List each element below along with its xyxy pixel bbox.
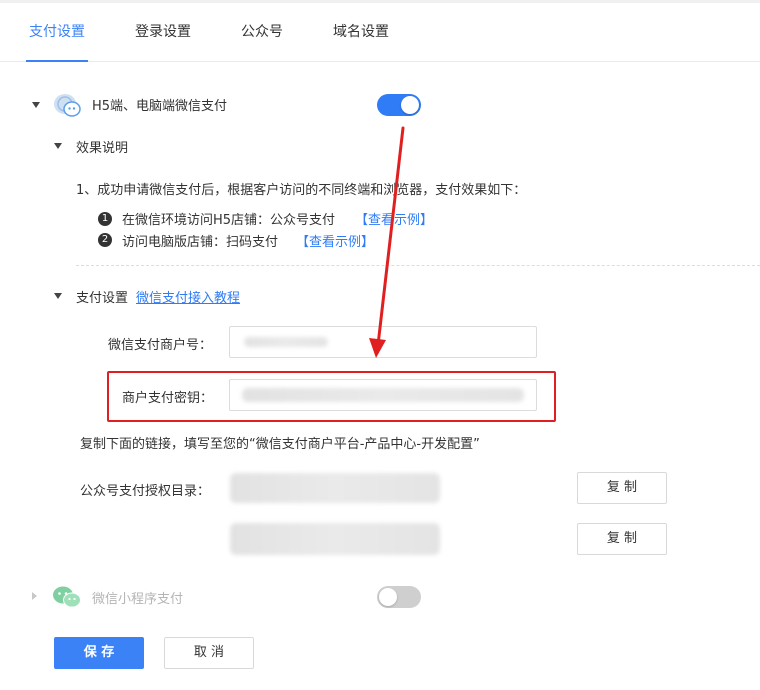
effect-item-2-text: 访问电脑版店铺：扫码支付 <box>122 235 279 250</box>
auth-directory-label: 公众号支付授权目录： <box>80 484 211 499</box>
wechat-pay-icon <box>54 94 81 117</box>
collapse-arrow-icon[interactable] <box>32 102 40 108</box>
save-button[interactable]: 保 存 <box>54 637 144 669</box>
wechat-icon <box>53 586 81 608</box>
effect-heading: 效果说明 <box>76 141 129 156</box>
effect-item-1-text: 在微信环境访问H5店铺：公众号支付 <box>122 213 336 228</box>
auth-directory-url-2-redacted <box>230 523 440 555</box>
view-example-link-1[interactable]: 【查看示例】 <box>355 209 433 228</box>
section-divider <box>76 265 760 266</box>
tab-payment-settings[interactable]: 支付设置 <box>29 3 85 61</box>
copy-button-2[interactable]: 复 制 <box>577 523 667 555</box>
merchant-id-input[interactable] <box>229 326 537 358</box>
tab-domain-settings[interactable]: 域名设置 <box>333 3 389 61</box>
section-title-h5-pay: H5端、电脑端微信支付 <box>92 99 228 114</box>
tab-bar: 支付设置 登录设置 公众号 域名设置 <box>0 3 760 62</box>
settings-heading: 支付设置 <box>76 291 129 306</box>
tutorial-link[interactable]: 微信支付接入教程 <box>136 287 240 306</box>
cancel-button[interactable]: 取 消 <box>164 637 254 669</box>
tab-official-account[interactable]: 公众号 <box>241 3 283 61</box>
highlight-box <box>107 371 556 422</box>
settings-collapse-arrow-icon[interactable] <box>54 293 62 299</box>
section-title-mini-program-pay: 微信小程序支付 <box>92 592 184 607</box>
merchant-id-label: 微信支付商户号： <box>108 338 213 353</box>
auth-directory-url-1-redacted <box>230 473 440 503</box>
expand-arrow-icon[interactable] <box>32 592 37 600</box>
tab-login-settings[interactable]: 登录设置 <box>135 3 191 61</box>
effect-description: 1、成功申请微信支付后，根据客户访问的不同终端和浏览器，支付效果如下： <box>76 183 527 198</box>
step-number-1: 1 <box>98 212 112 226</box>
copy-button-1[interactable]: 复 制 <box>577 472 667 504</box>
view-example-link-2[interactable]: 【查看示例】 <box>296 231 374 250</box>
mini-program-pay-toggle[interactable] <box>377 586 421 608</box>
step-number-2: 2 <box>98 233 112 247</box>
copy-instruction: 复制下面的链接，填写至您的“微信支付商户平台-产品中心-开发配置” <box>80 437 480 452</box>
h5-pay-toggle[interactable] <box>377 94 421 116</box>
effect-collapse-arrow-icon[interactable] <box>54 143 62 149</box>
active-tab-indicator <box>26 60 88 62</box>
merchant-id-value-redacted <box>244 337 328 347</box>
